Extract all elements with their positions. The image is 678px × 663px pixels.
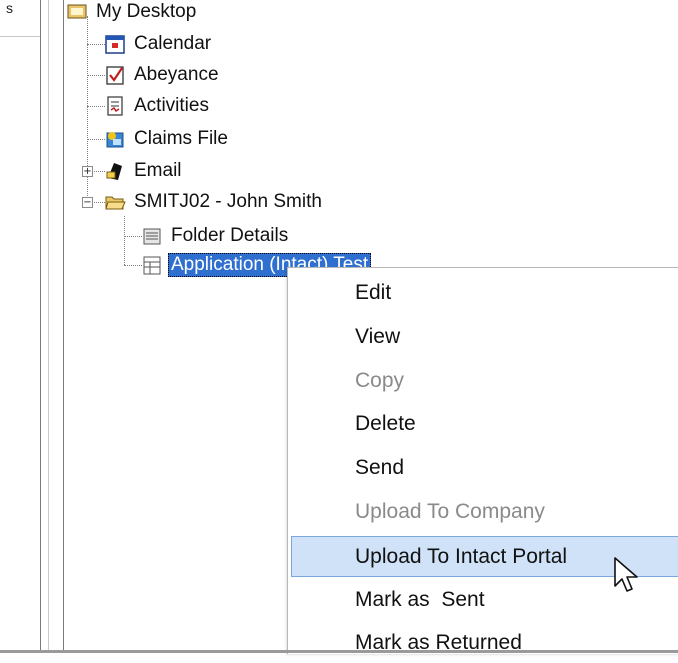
open-folder-icon [104, 191, 126, 213]
pane-divider [40, 0, 41, 653]
tree-item-label: Abeyance [134, 64, 219, 85]
tree-item-calendar[interactable]: Calendar [104, 30, 214, 58]
tree-item-label: Folder Details [171, 225, 289, 246]
menu-item-edit[interactable]: Edit [291, 273, 678, 313]
email-icon [104, 160, 126, 182]
menu-item-mark-as-returned[interactable]: Mark as Returned [291, 623, 678, 663]
tree-item-label: SMITJ02 - John Smith [134, 191, 322, 212]
menu-item-copy[interactable]: Copy [291, 361, 678, 401]
desktop-icon [66, 1, 88, 23]
tree-item-activities[interactable]: Activities [104, 92, 212, 120]
menu-item-send[interactable]: Send [291, 448, 678, 488]
calendar-icon [104, 33, 126, 55]
tree-item-abeyance[interactable]: Abeyance [104, 61, 222, 89]
column-header-label: s [6, 0, 13, 16]
folder-details-icon [141, 225, 163, 247]
tree-item-folder-details[interactable]: Folder Details [141, 222, 291, 250]
claims-file-icon [104, 128, 126, 150]
application-form-icon [141, 254, 163, 276]
menu-item-upload-to-company[interactable]: Upload To Company [291, 492, 678, 532]
column-header[interactable]: s [0, 0, 40, 37]
tree-item-label: Claims File [134, 128, 228, 149]
menu-item-view[interactable]: View [291, 317, 678, 357]
left-pane: s [0, 0, 64, 653]
collapse-folder-icon[interactable]: − [82, 197, 93, 208]
tree-item-label: My Desktop [96, 1, 197, 22]
checkbox-icon [104, 64, 126, 86]
menu-item-delete[interactable]: Delete [291, 404, 678, 444]
tree-item-email[interactable]: Email [104, 157, 185, 185]
expand-email-icon[interactable]: + [82, 166, 93, 177]
tree-item-label: Email [134, 160, 182, 181]
tree-item-my-desktop[interactable]: My Desktop [66, 0, 199, 26]
mouse-cursor-icon [614, 557, 638, 592]
activities-icon [104, 95, 126, 117]
pane-divider [48, 0, 49, 653]
tree-item-client-folder[interactable]: SMITJ02 - John Smith [104, 188, 325, 216]
pane-divider[interactable] [63, 0, 64, 653]
tree-item-label: Activities [134, 95, 209, 116]
tree-item-label: Calendar [134, 33, 212, 54]
tree-item-claims-file[interactable]: Claims File [104, 125, 231, 153]
